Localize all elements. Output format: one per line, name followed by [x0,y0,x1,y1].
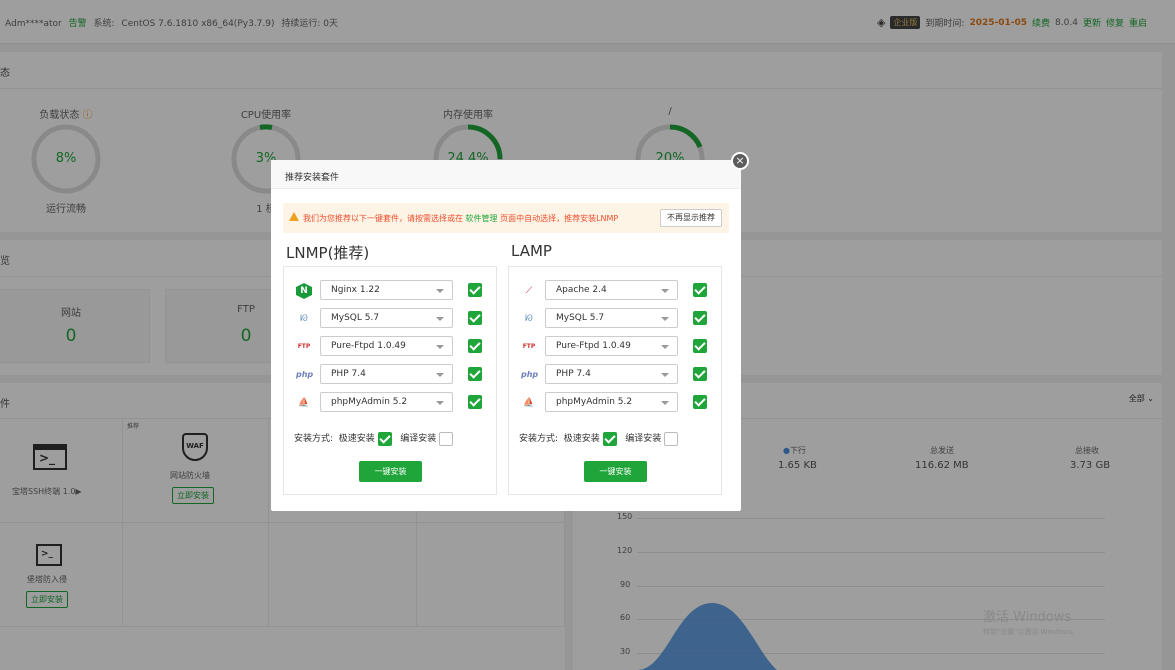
phpmyadmin-version-select[interactable]: phpMyAdmin 5.2 [320,392,453,412]
php-checkbox[interactable] [693,367,707,381]
dialog-title: 推荐安装套件 [271,160,741,189]
ftp-checkbox[interactable] [468,339,482,353]
lamp-row-phpmyadmin: ⛵ phpMyAdmin 5.2 [519,392,715,414]
php-version-select[interactable]: PHP 7.4 [320,364,453,384]
php-icon: php [296,370,314,379]
phpmyadmin-version-select[interactable]: phpMyAdmin 5.2 [545,392,678,412]
ftp-icon: FTP [297,343,311,350]
mysql-checkbox[interactable] [693,311,707,325]
lnmp-row-ftp: FTP Pure-Ftpd 1.0.49 [294,336,490,358]
lamp-install-mode: 安装方式: 极速安装 编译安装 [519,431,679,446]
ftp-icon: FTP [522,343,536,350]
fast-install-label: 极速安装 [338,434,375,444]
compile-install-checkbox[interactable] [439,431,454,446]
lamp-panel: ⟋ Apache 2.4 ᘗ MySQL 5.7 FTP Pure-Ftpd 1… [508,266,722,495]
mysql-checkbox[interactable] [468,311,482,325]
fast-install-label: 极速安装 [563,434,600,444]
lnmp-row-phpmyadmin: ⛵ phpMyAdmin 5.2 [294,392,490,414]
close-icon[interactable]: × [731,152,749,170]
lnmp-row-mysql: ᘗ MySQL 5.7 [294,308,490,330]
php-version-select[interactable]: PHP 7.4 [545,364,678,384]
php-checkbox[interactable] [468,367,482,381]
software-manager-link[interactable]: 软件管理 [466,214,498,223]
warning-icon [289,212,299,221]
fast-install-checkbox[interactable] [377,431,392,446]
lamp-install-button[interactable]: 一键安装 [584,461,647,482]
lnmp-panel: N Nginx 1.22 ᘗ MySQL 5.7 FTP Pure-Ftpd 1… [283,266,497,495]
recommend-install-dialog: 推荐安装套件 × 我们为您推荐以下一键套件，请按需选择或在 软件管理 页面中自动… [271,152,749,511]
fast-install-checkbox[interactable] [602,431,617,446]
mysql-version-select[interactable]: MySQL 5.7 [320,308,453,328]
lamp-row-ftp: FTP Pure-Ftpd 1.0.49 [519,336,715,358]
mysql-version-select[interactable]: MySQL 5.7 [545,308,678,328]
ftp-checkbox[interactable] [693,339,707,353]
nginx-checkbox[interactable] [468,283,482,297]
phpmyadmin-checkbox[interactable] [693,395,707,409]
phpmyadmin-checkbox[interactable] [468,395,482,409]
compile-install-checkbox[interactable] [664,431,679,446]
mysql-icon: ᘗ [525,314,533,324]
lnmp-row-php: php PHP 7.4 [294,364,490,386]
mysql-icon: ᘗ [300,314,308,324]
apache-version-select[interactable]: Apache 2.4 [545,280,678,300]
lnmp-row-nginx: N Nginx 1.22 [294,280,490,302]
warning-banner: 我们为您推荐以下一键套件，请按需选择或在 软件管理 页面中自动选择，推荐安装LN… [283,203,729,233]
compile-install-label: 编译安装 [625,434,662,444]
lnmp-install-button[interactable]: 一键安装 [359,461,422,482]
apache-checkbox[interactable] [693,283,707,297]
apache-icon: ⟋ [525,286,533,296]
lamp-row-php: php PHP 7.4 [519,364,715,386]
nginx-version-select[interactable]: Nginx 1.22 [320,280,453,300]
lamp-row-apache: ⟋ Apache 2.4 [519,280,715,302]
warning-text: 我们为您推荐以下一键套件，请按需选择或在 软件管理 页面中自动选择，推荐安装LN… [303,214,619,223]
ftp-version-select[interactable]: Pure-Ftpd 1.0.49 [545,336,678,356]
nginx-icon: N [296,283,312,299]
dont-show-again-button[interactable]: 不再显示推荐 [660,209,722,227]
php-icon: php [521,370,539,379]
phpmyadmin-icon: ⛵ [523,398,535,408]
phpmyadmin-icon: ⛵ [298,398,310,408]
lnmp-install-mode: 安装方式: 极速安装 编译安装 [294,431,454,446]
lamp-title: LAMP [511,242,552,260]
lnmp-title: LNMP(推荐) [286,244,370,262]
lamp-row-mysql: ᘗ MySQL 5.7 [519,308,715,330]
ftp-version-select[interactable]: Pure-Ftpd 1.0.49 [320,336,453,356]
compile-install-label: 编译安装 [400,434,437,444]
